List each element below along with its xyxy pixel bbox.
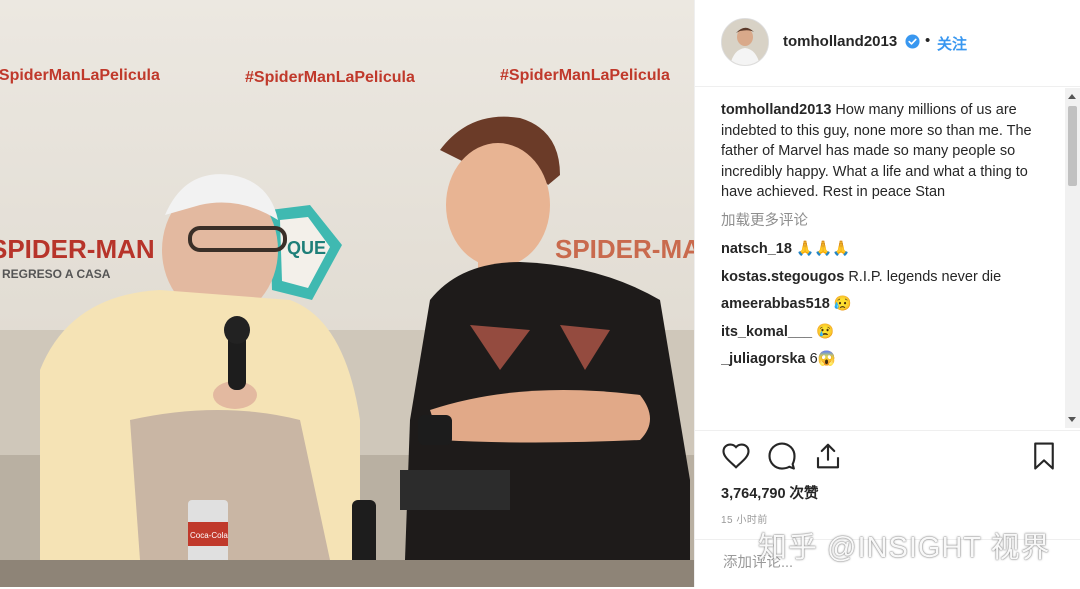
comment-item: ameerabbas518 😥 [721, 294, 1041, 315]
comment-text: 😢 [816, 323, 835, 340]
movie-subtitle-logo: REGRESO A CASA [2, 267, 111, 281]
comments-scrollbar[interactable] [1065, 88, 1080, 428]
post-caption: tomholland2013 How many millions of us a… [721, 100, 1041, 203]
header-separator: • [925, 32, 931, 49]
like-count[interactable]: 3,764,790 次赞 [721, 482, 819, 503]
banner-hashtag: #SpiderManLaPelicula [0, 67, 160, 84]
scroll-down-arrow-icon[interactable] [1068, 417, 1076, 422]
post-side-panel: tomholland2013 • 关注 tomholland2013 How m… [694, 0, 1080, 587]
scrollbar-thumb[interactable] [1068, 106, 1077, 186]
verified-badge-icon [905, 34, 920, 49]
post-header: tomholland2013 • 关注 [695, 0, 1080, 87]
share-icon[interactable] [813, 441, 843, 471]
follow-button[interactable]: 关注 [937, 33, 967, 54]
photo-illustration: #SpiderManLaPelicula #SpiderManLaPelicul… [0, 0, 694, 587]
comment-item: _juliagorska 6😱 [721, 349, 1041, 370]
movie-title-logo: SPIDER-MAN [0, 234, 155, 264]
post-username[interactable]: tomholland2013 [783, 33, 897, 50]
comment-username[interactable]: _juliagorska [721, 351, 806, 367]
caption-username[interactable]: tomholland2013 [721, 102, 831, 118]
avatar[interactable] [721, 18, 769, 66]
comment-text: 😥 [833, 296, 852, 312]
scroll-up-arrow-icon[interactable] [1068, 94, 1076, 99]
comment-username[interactable]: ameerabbas518 [721, 296, 830, 312]
movie-title-logo: SPIDER-MAN [555, 234, 694, 264]
comment-username[interactable]: natsch_18 [721, 241, 792, 257]
post-photo[interactable]: #SpiderManLaPelicula #SpiderManLaPelicul… [0, 0, 694, 587]
avatar-image [722, 19, 768, 65]
comment-bubble-icon[interactable] [767, 441, 797, 471]
comment-item: its_komal___ 😢 [721, 322, 1041, 343]
comments-list: tomholland2013 How many millions of us a… [721, 100, 1041, 430]
watermark: 知乎 @INSIGHT 视界 [758, 532, 1051, 564]
sign-text: QUE [287, 238, 326, 258]
banner-hashtag: #SpiderManLaPelicula [245, 69, 415, 86]
comment-item: natsch_18 🙏🙏🙏 [721, 239, 1041, 260]
comment-username[interactable]: kostas.stegougos [721, 269, 844, 285]
comment-text: 🙏🙏🙏 [795, 241, 851, 257]
bookmark-icon[interactable] [1029, 441, 1059, 471]
load-more-comments-button[interactable]: 加载更多评论 [721, 211, 1041, 232]
cup-label: Coca-Cola [190, 531, 228, 540]
heart-icon[interactable] [721, 441, 751, 471]
banner-hashtag: #SpiderManLaPelicula [500, 67, 670, 84]
comment-text: R.I.P. legends never die [848, 268, 1002, 285]
comment-item: kostas.stegougos R.I.P. legends never di… [721, 267, 1041, 288]
comment-username[interactable]: its_komal___ [721, 324, 812, 340]
comment-text: 6😱 [809, 351, 836, 367]
